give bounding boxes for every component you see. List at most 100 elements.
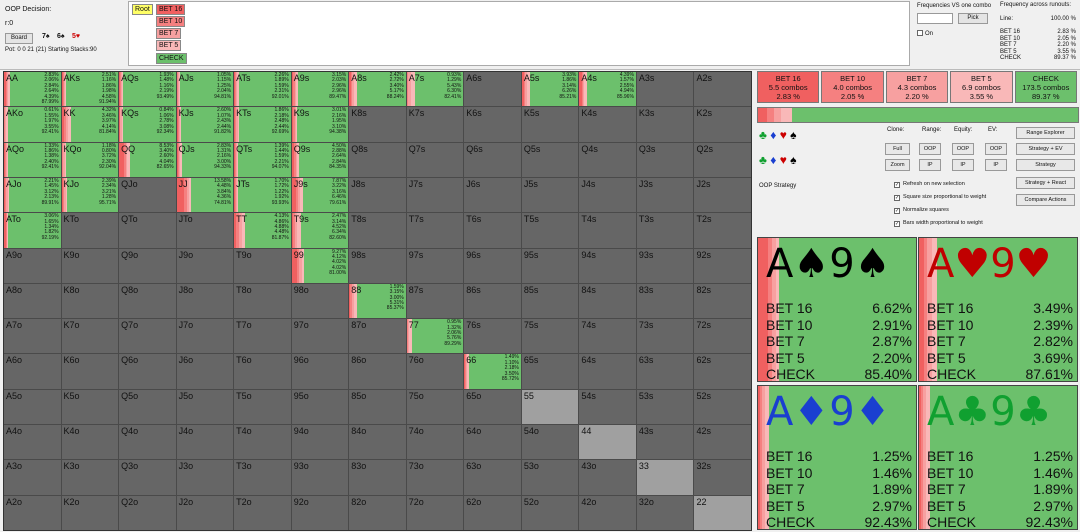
spade-icon[interactable]: ♠ <box>790 128 796 142</box>
hand-cell-Q5o[interactable]: Q5o <box>119 389 176 425</box>
action-box-0[interactable]: BET 16 5.5 combos 2.83 % <box>757 71 820 103</box>
hand-cell-44[interactable]: 44 <box>579 425 636 460</box>
hand-cell-J6o[interactable]: J6o <box>176 354 234 389</box>
hand-cell-K3s[interactable]: K3s <box>636 107 694 142</box>
hand-cell-AQo[interactable]: AQo 1.33% 1.86% 1.38% 2.40% 92.41% <box>4 142 61 177</box>
action-box-2[interactable]: BET 7 4.3 combos 2.20 % <box>885 71 949 103</box>
hand-cell-96s[interactable]: 96s <box>464 248 521 283</box>
hand-cell-J8s[interactable]: J8s <box>349 177 406 213</box>
hand-cell-AKo[interactable]: AKo 0.61% 1.55% 1.97% 3.55% 92.41% <box>4 107 61 142</box>
hand-cell-T6o[interactable]: T6o <box>234 354 291 389</box>
hand-cell-K8s[interactable]: K8s <box>349 107 406 142</box>
hand-cell-77[interactable]: 77 0.95% 1.32% 2.06% 5.76% 89.29% <box>406 319 464 354</box>
hand-cell-53o[interactable]: 53o <box>521 460 579 495</box>
freq-combo-input[interactable] <box>917 13 953 24</box>
hand-cell-Q6s[interactable]: Q6s <box>464 142 521 177</box>
action-box-3[interactable]: BET 5 6.9 combos 3.55 % <box>950 71 1013 103</box>
hand-cell-KTo[interactable]: KTo <box>61 213 119 248</box>
hand-cell-32s[interactable]: 32s <box>694 460 751 495</box>
hand-cell-JJ[interactable]: JJ 13.58% 4.48% 3.84% 4.36% 74.81% <box>176 177 234 213</box>
hand-cell-A6s[interactable]: A6s <box>464 72 521 107</box>
hand-cell-Q9s[interactable]: Q9s 4.50% 2.88% 2.64% 2.84% 84.35% <box>291 142 349 177</box>
hand-cell-A5s[interactable]: A5s 3.93% 1.86% 3.14% 6.26% 85.21% <box>521 72 579 107</box>
combo-panel-1[interactable]: A♥9♥ BET 16 3.49% BET 10 2.39% BET 7 2.82% BET … <box>918 237 1078 382</box>
hand-cell-A3o[interactable]: A3o <box>4 460 61 495</box>
hand-cell-53s[interactable]: 53s <box>636 389 694 425</box>
hand-cell-93s[interactable]: 93s <box>636 248 694 283</box>
suit-filter-row-1[interactable]: ♣ ♦ ♥ ♠ <box>759 128 797 142</box>
equity-oop-button[interactable]: OOP <box>952 143 974 155</box>
zoom-button[interactable]: Zoom <box>885 159 910 171</box>
hand-cell-62s[interactable]: 62s <box>694 354 751 389</box>
hand-cell-63o[interactable]: 63o <box>464 460 521 495</box>
hand-cell-K7s[interactable]: K7s <box>406 107 464 142</box>
hand-cell-KJs[interactable]: KJs 2.60% 1.07% 2.43% 2.44% 91.82% <box>176 107 234 142</box>
hand-cell-J3s[interactable]: J3s <box>636 177 694 213</box>
range-ip-button[interactable]: IP <box>919 159 941 171</box>
hand-cell-74s[interactable]: 74s <box>579 319 636 354</box>
hand-cell-85o[interactable]: 85o <box>349 389 406 425</box>
hand-cell-66[interactable]: 66 1.49% 1.10% 2.18% 3.50% 85.72% <box>464 354 521 389</box>
hand-cell-T7o[interactable]: T7o <box>234 319 291 354</box>
refresh-checkbox[interactable]: ✓ Refresh on new selection <box>894 181 965 188</box>
hand-cell-76s[interactable]: 76s <box>464 319 521 354</box>
hand-cell-94o[interactable]: 94o <box>291 425 349 460</box>
suit-filter-row-2[interactable]: ♣ ♦ ♥ ♠ <box>759 153 797 167</box>
hand-cell-55[interactable]: 55 <box>521 389 579 425</box>
hand-cell-75s[interactable]: 75s <box>521 319 579 354</box>
hand-cell-AJo[interactable]: AJo 2.21% 1.45% 3.12% 2.13% 89.91% <box>4 177 61 213</box>
hand-cell-92o[interactable]: 92o <box>291 495 349 530</box>
tree-node-root[interactable]: Root <box>132 4 153 15</box>
hand-cell-A5o[interactable]: A5o <box>4 389 61 425</box>
hand-cell-Q7s[interactable]: Q7s <box>406 142 464 177</box>
hand-cell-AKs[interactable]: AKs 2.51% 1.16% 1.86% 1.98% 4.58% 91.94% <box>61 72 119 107</box>
hand-cell-42o[interactable]: 42o <box>579 495 636 530</box>
range-explorer-button[interactable]: Range Explorer <box>1016 127 1075 139</box>
ev-oop-button[interactable]: OOP <box>985 143 1007 155</box>
hand-cell-AQs[interactable]: AQs 1.93% 1.48% 1.16% 2.19% 93.49% <box>119 72 176 107</box>
hand-cell-54s[interactable]: 54s <box>579 389 636 425</box>
hand-cell-Q5s[interactable]: Q5s <box>521 142 579 177</box>
hand-cell-AA[interactable]: AA 2.83% 2.06% 2.84% 2.64% 4.39% 87.99% <box>4 72 61 107</box>
hand-cell-95s[interactable]: 95s <box>521 248 579 283</box>
hand-cell-65o[interactable]: 65o <box>464 389 521 425</box>
ev-ip-button[interactable]: IP <box>985 159 1007 171</box>
hand-cell-94s[interactable]: 94s <box>579 248 636 283</box>
combo-panel-2[interactable]: A♦9♦ BET 16 1.25% BET 10 1.46% BET 7 1.89% BET … <box>757 385 917 530</box>
hand-cell-Q8s[interactable]: Q8s <box>349 142 406 177</box>
hand-cell-JTo[interactable]: JTo <box>176 213 234 248</box>
diamond-icon[interactable]: ♦ <box>770 153 776 167</box>
hand-cell-72o[interactable]: 72o <box>406 495 464 530</box>
diamond-icon[interactable]: ♦ <box>770 128 776 142</box>
hand-cell-A2s[interactable]: A2s <box>694 72 751 107</box>
tree-node-bet16[interactable]: BET 16 <box>156 4 186 15</box>
board-button[interactable]: Board <box>5 33 33 44</box>
hand-cell-99[interactable]: 99 9.27% 4.12% 4.02% 4.02% 81.00% <box>291 248 349 283</box>
hand-cell-72s[interactable]: 72s <box>694 319 751 354</box>
tree-node-bet5[interactable]: BET 5 <box>156 40 182 51</box>
hand-cell-73o[interactable]: 73o <box>406 460 464 495</box>
hand-cell-95o[interactable]: 95o <box>291 389 349 425</box>
compare-actions-button[interactable]: Compare Actions <box>1016 194 1075 206</box>
hand-cell-74o[interactable]: 74o <box>406 425 464 460</box>
hand-cell-K9s[interactable]: K9s 3.01% 2.16% 1.95% 3.10% 94.38% <box>291 107 349 142</box>
hand-cell-Q6o[interactable]: Q6o <box>119 354 176 389</box>
hand-cell-J9s[interactable]: J9s 7.87% 3.22% 3.16% 6.46% 79.61% <box>291 177 349 213</box>
hand-cell-Q2s[interactable]: Q2s <box>694 142 751 177</box>
hand-cell-Q3s[interactable]: Q3s <box>636 142 694 177</box>
tree-node-bet7[interactable]: BET 7 <box>156 28 182 39</box>
hand-cell-QTo[interactable]: QTo <box>119 213 176 248</box>
hand-cell-64o[interactable]: 64o <box>464 425 521 460</box>
on-checkbox[interactable]: On <box>917 30 933 37</box>
hand-cell-96o[interactable]: 96o <box>291 354 349 389</box>
hand-cell-K6s[interactable]: K6s <box>464 107 521 142</box>
hand-cell-T4o[interactable]: T4o <box>234 425 291 460</box>
hand-cell-J5o[interactable]: J5o <box>176 389 234 425</box>
square-size-checkbox[interactable]: ✓ Square size proportional to weight <box>894 194 986 201</box>
hand-cell-A9o[interactable]: A9o <box>4 248 61 283</box>
hand-cell-A7o[interactable]: A7o <box>4 319 61 354</box>
hand-cell-QJo[interactable]: QJo <box>119 177 176 213</box>
hand-cell-76o[interactable]: 76o <box>406 354 464 389</box>
hand-cell-T8s[interactable]: T8s <box>349 213 406 248</box>
hand-cell-93o[interactable]: 93o <box>291 460 349 495</box>
